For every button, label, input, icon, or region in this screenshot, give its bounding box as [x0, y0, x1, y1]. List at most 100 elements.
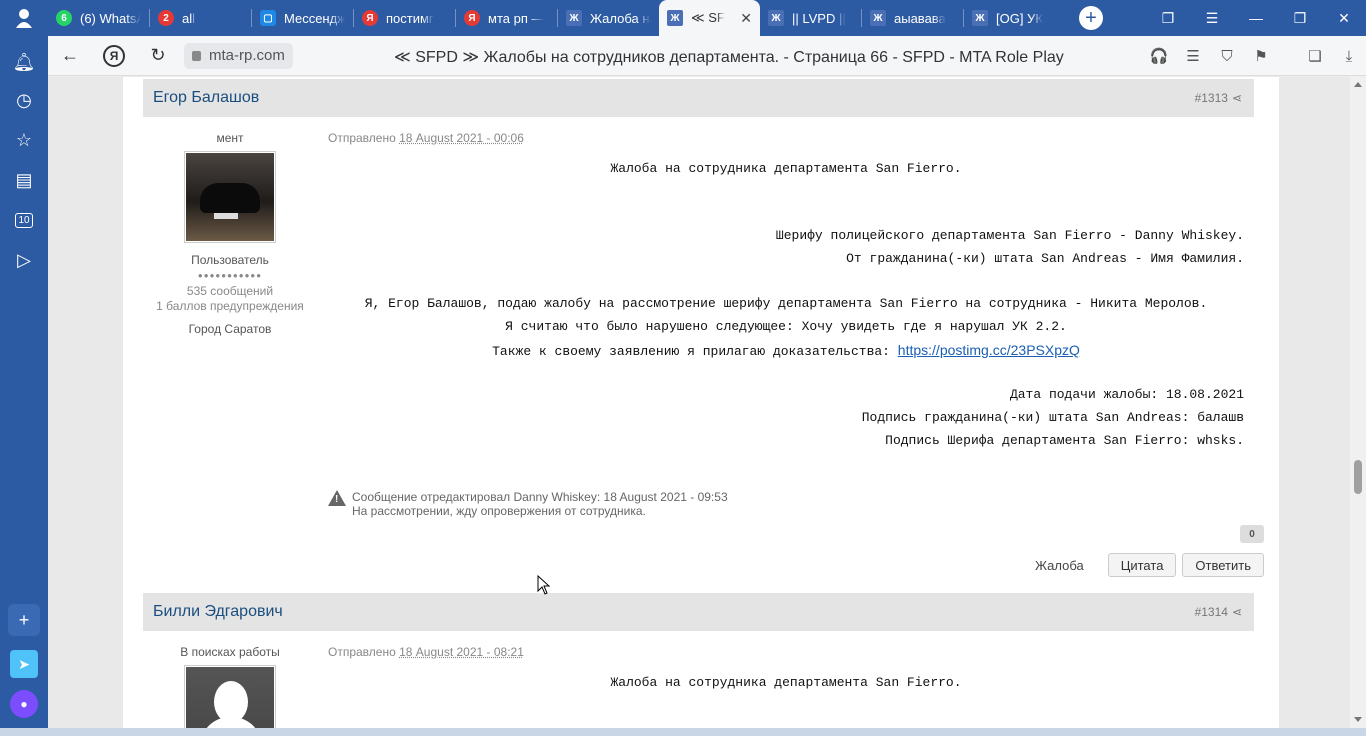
reputation-badge[interactable]: 0 [1240, 525, 1264, 543]
forum-icon: Ж [870, 10, 886, 26]
forum-container: Егор Балашов #1313 ⋖ мент Пользователь ●●… [123, 77, 1279, 728]
avatar[interactable] [184, 151, 276, 243]
counter-icon[interactable]: 10 [12, 208, 36, 232]
scroll-up-icon[interactable] [1354, 82, 1362, 87]
browser-sidebar: 🔔︎ ◷ ☆ ▤ 10 ▷ + ➤ ● [0, 36, 48, 728]
address-bar-tools: 🎧 ☰ ⛉ ⚑ ❏ ⤓ [1142, 36, 1366, 76]
share-icon[interactable]: ⋖ [1232, 605, 1242, 619]
add-panel-icon[interactable]: + [8, 604, 40, 636]
edit-note: ! Сообщение отредактировал Danny Whiskey… [328, 490, 728, 518]
post-author[interactable]: Билли Эдгарович [153, 603, 283, 621]
headphones-icon[interactable]: 🎧 [1142, 47, 1176, 65]
evidence-link[interactable]: https://postimg.cc/23PSXpzQ [898, 342, 1080, 358]
post-number[interactable]: #1314 ⋖ [1195, 605, 1242, 619]
warning-points: 1 баллов предупреждения [156, 299, 304, 313]
taskbar [0, 728, 1366, 736]
quote-button[interactable]: Цитата [1107, 553, 1177, 577]
new-tab-button[interactable]: + [1079, 6, 1103, 30]
tab-sfpd[interactable]: Ж≪ SFPD✕ [659, 0, 760, 36]
tab-whatsapp[interactable]: 6(6) WhatsApp [48, 0, 149, 36]
user-city: Город Саратов [188, 322, 272, 336]
play-icon[interactable]: ▷ [12, 248, 36, 272]
lock-icon [192, 50, 201, 61]
forum-icon: Ж [566, 10, 582, 26]
back-icon[interactable]: ← [48, 36, 92, 76]
restore-icon[interactable]: ❐ [1278, 0, 1322, 36]
post-line: От гражданина(-ки) штата San Andreas - И… [846, 251, 1244, 266]
page-title: ≪ SFPD ≫ Жалобы на сотрудников департаме… [394, 49, 1064, 66]
reply-button[interactable]: Ответить [1182, 553, 1264, 577]
share-icon[interactable]: ⋖ [1232, 91, 1242, 105]
reload-icon[interactable]: ↻ [136, 36, 180, 76]
tab-lvpd[interactable]: Ж || LVPD || [760, 0, 861, 36]
tab-postimg[interactable]: Япостимг [354, 0, 455, 36]
warning-icon: ! [328, 490, 346, 506]
page-content: Егор Балашов #1313 ⋖ мент Пользователь ●●… [48, 77, 1350, 728]
tab-og-uk[interactable]: Ж [OG] УК [964, 0, 1065, 36]
collections-icon[interactable]: ❏ [1298, 47, 1332, 65]
post-count: 535 сообщений [186, 284, 274, 298]
tab-mta-rp[interactable]: Ямта рп — [456, 0, 557, 36]
tab-bar: 6(6) WhatsApp 2all ▢Мессенджер Япостимг … [0, 0, 1366, 36]
avatar-image [186, 153, 274, 241]
post-date: Отправлено 18 August 2021 - 00:06 [328, 131, 524, 145]
protect-icon[interactable]: ⛉ [1210, 48, 1244, 65]
download-icon[interactable]: ⤓ [1332, 48, 1366, 65]
send-icon[interactable]: ➤ [10, 650, 38, 678]
report-link[interactable]: Жалоба [1035, 558, 1084, 573]
messenger-icon: 2 [158, 10, 174, 26]
reader-mode-icon[interactable]: ☰ [1176, 47, 1210, 65]
post-date: Отправлено 18 August 2021 - 08:21 [328, 645, 524, 659]
history-icon[interactable]: ◷ [12, 88, 36, 112]
avatar-placeholder [186, 667, 274, 728]
post-number[interactable]: #1313 ⋖ [1195, 91, 1242, 105]
collections-icon[interactable]: ❐ [1146, 0, 1190, 36]
notifications-icon[interactable]: 🔔︎ [12, 50, 36, 74]
post-header: Егор Балашов #1313 ⋖ [143, 79, 1254, 117]
url-field[interactable]: mta-rp.com [184, 42, 293, 69]
user-title: мент [216, 131, 244, 145]
close-icon[interactable]: ✕ [1322, 0, 1366, 36]
yandex-icon[interactable]: Я [92, 36, 136, 76]
post-line: Подпись Шерифа департамента San Fierro: … [885, 433, 1244, 448]
post-body: Жалоба на сотрудника департамента San Fi… [328, 675, 1244, 705]
favorites-icon[interactable]: ☆ [12, 128, 36, 152]
rank-pips: ●●●●●●●●●●● [197, 271, 263, 280]
post-line: Жалоба на сотрудника департамента San Fi… [610, 675, 962, 690]
whatsapp-icon: 6 [56, 10, 72, 26]
post-line: Я считаю что было нарушено следующее: Хо… [505, 319, 1067, 334]
menu-icon[interactable]: ☰ [1190, 0, 1234, 36]
scroll-down-icon[interactable] [1354, 717, 1362, 722]
user-panel: мент Пользователь ●●●●●●●●●●● 535 сообще… [143, 131, 317, 336]
forum-icon: Ж [972, 10, 988, 26]
post-header: Билли Эдгарович #1314 ⋖ [143, 593, 1254, 631]
user-group: Пользователь [191, 253, 269, 267]
post-line: Шерифу полицейского департамента San Fie… [775, 228, 1244, 243]
tab-ayavava[interactable]: Жаыавава [862, 0, 963, 36]
close-tab-icon[interactable]: ✕ [740, 10, 752, 27]
tab-complaint[interactable]: Ж Жалоба на [558, 0, 659, 36]
user-title: В поисках работы [180, 645, 280, 659]
tab-messenger[interactable]: ▢Мессенджер [252, 0, 353, 36]
yandex-icon: Я [464, 10, 480, 26]
post-author[interactable]: Егор Балашов [153, 89, 259, 107]
address-bar: ← Я ↻ mta-rp.com ≪ SFPD ≫ Жалобы на сотр… [48, 36, 1366, 76]
post-body: Жалоба на сотрудника департамента San Fi… [328, 161, 1244, 461]
minimize-icon[interactable]: — [1234, 0, 1278, 36]
profile-icon[interactable] [0, 0, 48, 36]
alice-icon[interactable]: ● [10, 690, 38, 718]
tab-all[interactable]: 2 all [150, 0, 251, 36]
post-line: Я, Егор Балашов, подаю жалобу на рассмот… [364, 296, 1208, 311]
avatar[interactable] [184, 665, 276, 728]
scroll-thumb[interactable] [1354, 460, 1362, 494]
bookmark-icon[interactable]: ⚑ [1244, 47, 1278, 65]
scrollbar[interactable] [1350, 76, 1366, 728]
collections-icon[interactable]: ▤ [12, 168, 36, 192]
post-actions: Жалоба Цитата Ответить [1035, 553, 1264, 577]
chat-icon: ▢ [260, 10, 276, 26]
post-line: Также к своему заявлению я прилагаю дока… [492, 342, 1080, 359]
forum-icon: Ж [667, 10, 683, 26]
post-line: Жалоба на сотрудника департамента San Fi… [610, 161, 962, 176]
mouse-cursor-icon [537, 575, 551, 595]
window-controls: ❐ ☰ — ❐ ✕ [1146, 0, 1366, 36]
